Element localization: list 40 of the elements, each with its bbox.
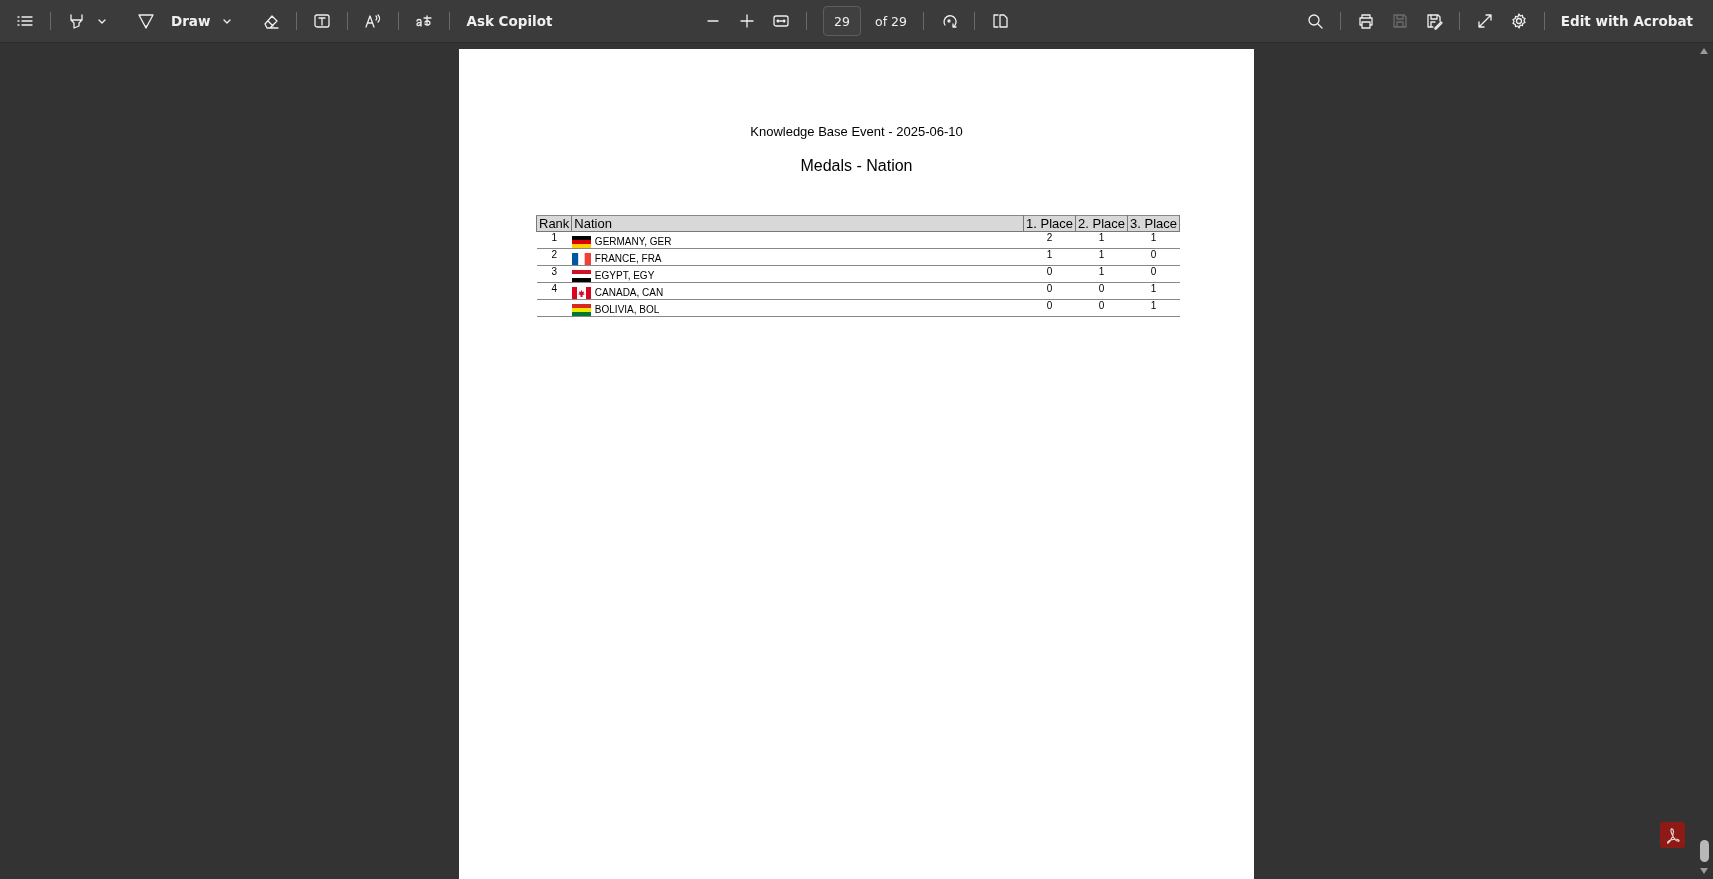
ask-copilot-button[interactable]: Ask Copilot xyxy=(460,5,559,37)
nation-name: FRANCE, FRA xyxy=(594,252,662,265)
rank-cell: 4 xyxy=(536,282,572,300)
report-title: Medals - Nation xyxy=(800,157,913,175)
column-header: 1. Place xyxy=(1023,215,1076,232)
column-header: Rank xyxy=(536,215,572,232)
column-header: 3. Place xyxy=(1127,215,1180,232)
medal-count: 1 xyxy=(1075,248,1128,266)
medal-count: 0 xyxy=(1075,282,1128,300)
medal-count: 1 xyxy=(1075,265,1128,283)
medal-count: 1 xyxy=(1127,282,1180,300)
nation-name: CANADA, CAN xyxy=(594,286,664,299)
edit-with-acrobat-button[interactable]: Edit with Acrobat xyxy=(1554,5,1699,37)
nation-name: EGYPT, EGY xyxy=(594,269,655,282)
nation-name: GERMANY, GER xyxy=(594,235,672,248)
rank-cell: 2 xyxy=(536,248,572,266)
draw-button[interactable]: Draw xyxy=(165,5,217,37)
column-header: Nation xyxy=(571,215,1024,232)
medal-count: 1 xyxy=(1127,299,1180,317)
medal-count: 0 xyxy=(1023,265,1076,283)
page-count: of 29 xyxy=(875,13,907,29)
nation-name: BOLIVIA, BOL xyxy=(594,303,660,316)
acrobat-logo-icon[interactable] xyxy=(1660,822,1685,848)
scroll-down-icon[interactable] xyxy=(1699,867,1709,875)
scroll-up-icon[interactable] xyxy=(1699,47,1709,55)
medal-count: 0 xyxy=(1127,265,1180,283)
medal-count: 1 xyxy=(1075,231,1128,249)
event-title: Knowledge Base Event - 2025-06-10 xyxy=(750,124,963,139)
rank-cell: 1 xyxy=(536,231,572,249)
medal-count: 0 xyxy=(1075,299,1128,317)
medal-count: 2 xyxy=(1023,231,1076,249)
medal-count: 0 xyxy=(1023,299,1076,317)
medal-count: 1 xyxy=(1127,231,1180,249)
rank-cell: 3 xyxy=(536,265,572,283)
medal-count: 0 xyxy=(1023,282,1076,300)
medal-count: 1 xyxy=(1023,248,1076,266)
page-number-field[interactable]: 29 xyxy=(823,6,862,36)
scrollbar-thumb[interactable] xyxy=(1700,840,1709,862)
medal-count: 0 xyxy=(1127,248,1180,266)
column-header: 2. Place xyxy=(1075,215,1128,232)
